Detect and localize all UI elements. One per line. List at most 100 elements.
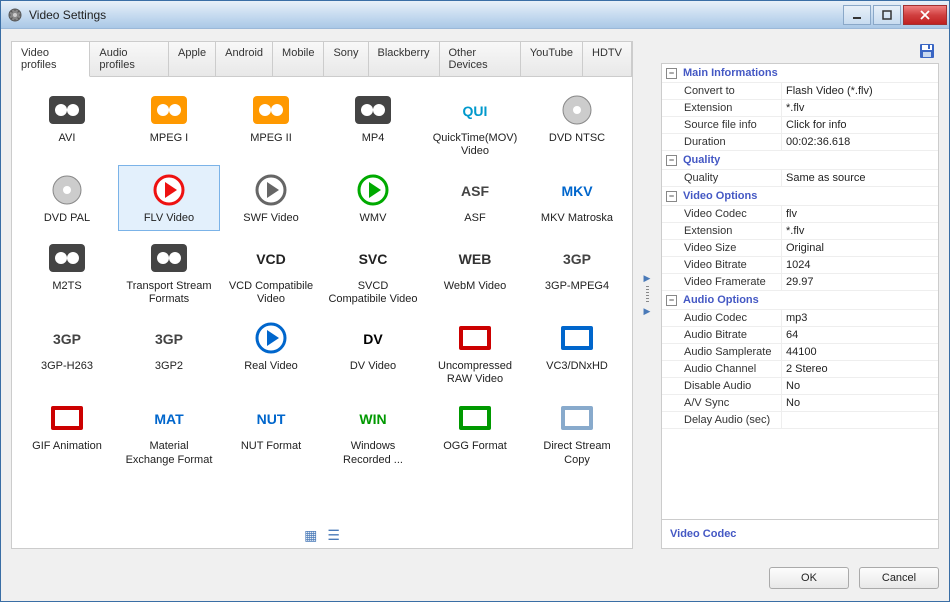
prop-value[interactable]: 2 Stereo (782, 361, 938, 377)
prop-value[interactable]: flv (782, 206, 938, 222)
prop-value[interactable]: Flash Video (*.flv) (782, 83, 938, 99)
group-audio-options[interactable]: −Audio Options (662, 291, 938, 310)
format-windows-recorded-[interactable]: WINWindows Recorded ... (322, 393, 424, 471)
prop-row[interactable]: QualitySame as source (662, 170, 938, 187)
prop-value[interactable]: No (782, 378, 938, 394)
tab-other-devices[interactable]: Other Devices (440, 42, 521, 76)
prop-value[interactable]: Original (782, 240, 938, 256)
save-icon[interactable] (919, 43, 935, 59)
format-ogg-format[interactable]: OGG Format (424, 393, 526, 471)
format-icon (553, 90, 601, 130)
prop-row[interactable]: Extension*.flv (662, 223, 938, 240)
format-quicktime-mov-video[interactable]: QUIQuickTime(MOV) Video (424, 85, 526, 163)
prop-value[interactable]: No (782, 395, 938, 411)
prop-row[interactable]: Audio Bitrate64 (662, 327, 938, 344)
format-material-exchange-format[interactable]: MATMaterial Exchange Format (118, 393, 220, 471)
prop-row[interactable]: Video Bitrate1024 (662, 257, 938, 274)
tab-android[interactable]: Android (216, 42, 273, 76)
maximize-button[interactable] (873, 5, 901, 25)
prop-value[interactable]: 00:02:36.618 (782, 134, 938, 150)
group-quality[interactable]: −Quality (662, 151, 938, 170)
prop-row[interactable]: Source file infoClick for info (662, 117, 938, 134)
tab-hdtv[interactable]: HDTV (583, 42, 632, 76)
tab-mobile[interactable]: Mobile (273, 42, 324, 76)
format-3gp-h263[interactable]: 3GP3GP-H263 (16, 313, 118, 391)
format-m2ts[interactable]: M2TS (16, 233, 118, 311)
tab-apple[interactable]: Apple (169, 42, 216, 76)
prop-value[interactable]: 1024 (782, 257, 938, 273)
prop-value[interactable] (782, 412, 938, 428)
format-flv-video[interactable]: FLV Video (118, 165, 220, 230)
prop-value[interactable]: 64 (782, 327, 938, 343)
format-dvd-ntsc[interactable]: DVD NTSC (526, 85, 628, 163)
format-mkv-matroska[interactable]: MKVMKV Matroska (526, 165, 628, 230)
tab-youtube[interactable]: YouTube (521, 42, 583, 76)
prop-row[interactable]: Extension*.flv (662, 100, 938, 117)
collapse-icon[interactable]: − (666, 295, 677, 306)
format-mp4[interactable]: MP4 (322, 85, 424, 163)
prop-row[interactable]: A/V SyncNo (662, 395, 938, 412)
format-uncompressed-raw-video[interactable]: Uncompressed RAW Video (424, 313, 526, 391)
property-grid[interactable]: −Main InformationsConvert toFlash Video … (661, 63, 939, 520)
prop-value[interactable]: mp3 (782, 310, 938, 326)
minimize-button[interactable] (843, 5, 871, 25)
prop-row[interactable]: Disable AudioNo (662, 378, 938, 395)
format-gif-animation[interactable]: GIF Animation (16, 393, 118, 471)
prop-row[interactable]: Video Framerate29.97 (662, 274, 938, 291)
icon-view-button[interactable]: ▦ (304, 527, 317, 544)
format-avi[interactable]: AVI (16, 85, 118, 163)
format-svcd-compatibile-video[interactable]: SVCSVCD Compatibile Video (322, 233, 424, 311)
collapse-icon[interactable]: − (666, 191, 677, 202)
format-nut-format[interactable]: NUTNUT Format (220, 393, 322, 471)
ok-button[interactable]: OK (769, 567, 849, 589)
format-vc3-dnxhd[interactable]: VC3/DNxHD (526, 313, 628, 391)
format-mpeg-ii[interactable]: MPEG II (220, 85, 322, 163)
group-main-informations[interactable]: −Main Informations (662, 64, 938, 83)
format-3gp2[interactable]: 3GP3GP2 (118, 313, 220, 391)
prop-row[interactable]: Audio Samplerate44100 (662, 344, 938, 361)
tab-audio-profiles[interactable]: Audio profiles (90, 42, 169, 76)
group-video-options[interactable]: −Video Options (662, 187, 938, 206)
prop-row[interactable]: Audio Codecmp3 (662, 310, 938, 327)
tab-video-profiles[interactable]: Video profiles (12, 42, 90, 77)
cancel-button[interactable]: Cancel (859, 567, 939, 589)
collapse-icon[interactable]: − (666, 68, 677, 79)
svg-text:NUT: NUT (257, 411, 286, 427)
prop-value[interactable]: 29.97 (782, 274, 938, 290)
prop-row[interactable]: Video SizeOriginal (662, 240, 938, 257)
format-vcd-compatibile-video[interactable]: VCDVCD Compatibile Video (220, 233, 322, 311)
format-direct-stream-copy[interactable]: Direct Stream Copy (526, 393, 628, 471)
list-view-button[interactable]: ☰ (327, 527, 340, 544)
format-icon (43, 90, 91, 130)
format-3gp-mpeg4[interactable]: 3GP3GP-MPEG4 (526, 233, 628, 311)
format-wmv[interactable]: WMV (322, 165, 424, 230)
prop-value[interactable]: Same as source (782, 170, 938, 186)
prop-value[interactable]: Click for info (782, 117, 938, 133)
splitter[interactable]: ▶ ▶ (641, 41, 653, 549)
tab-blackberry[interactable]: Blackberry (369, 42, 440, 76)
prop-value[interactable]: 44100 (782, 344, 938, 360)
format-real-video[interactable]: Real Video (220, 313, 322, 391)
prop-key: Audio Samplerate (662, 344, 782, 360)
prop-value[interactable]: *.flv (782, 100, 938, 116)
format-asf[interactable]: ASFASF (424, 165, 526, 230)
prop-value[interactable]: *.flv (782, 223, 938, 239)
format-swf-video[interactable]: SWF Video (220, 165, 322, 230)
close-button[interactable] (903, 5, 947, 25)
property-hint: Video Codec (661, 520, 939, 549)
format-label: FLV Video (144, 212, 194, 225)
properties-panel: −Main InformationsConvert toFlash Video … (661, 41, 939, 549)
prop-row[interactable]: Duration00:02:36.618 (662, 134, 938, 151)
prop-row[interactable]: Audio Channel2 Stereo (662, 361, 938, 378)
format-grid-container[interactable]: AVIMPEG IMPEG IIMP4QUIQuickTime(MOV) Vid… (12, 77, 632, 523)
format-dvd-pal[interactable]: DVD PAL (16, 165, 118, 230)
tab-sony[interactable]: Sony (324, 42, 368, 76)
format-dv-video[interactable]: DV DV Video (322, 313, 424, 391)
format-mpeg-i[interactable]: MPEG I (118, 85, 220, 163)
prop-row[interactable]: Video Codecflv (662, 206, 938, 223)
format-transport-stream-formats[interactable]: Transport Stream Formats (118, 233, 220, 311)
prop-row[interactable]: Convert toFlash Video (*.flv) (662, 83, 938, 100)
prop-row[interactable]: Delay Audio (sec) (662, 412, 938, 429)
collapse-icon[interactable]: − (666, 155, 677, 166)
format-webm-video[interactable]: WEBWebM Video (424, 233, 526, 311)
